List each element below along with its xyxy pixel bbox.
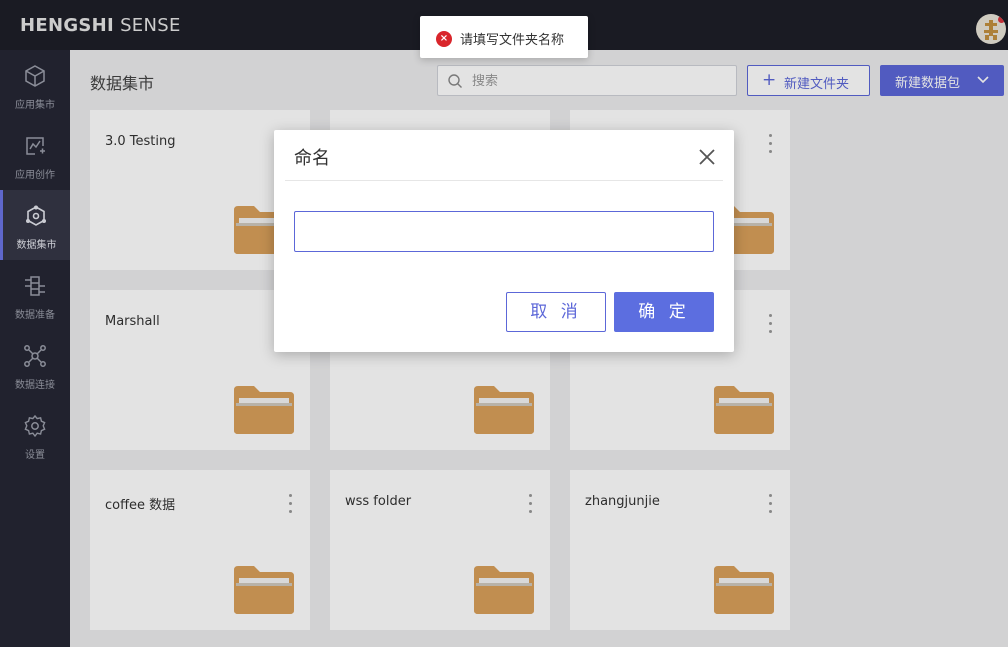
dialog-divider [285,180,723,181]
error-icon: × [436,31,452,47]
folder-name-input[interactable] [294,211,714,252]
toast-message: 请填写文件夹名称 [460,33,565,48]
cancel-button[interactable]: 取 消 [506,292,606,332]
confirm-button[interactable]: 确 定 [614,292,714,332]
error-toast: × 请填写文件夹名称 [420,16,588,58]
rename-dialog: 命名 取 消 确 定 [274,130,734,352]
close-icon[interactable] [696,146,718,168]
dialog-title: 命名 [294,148,330,169]
